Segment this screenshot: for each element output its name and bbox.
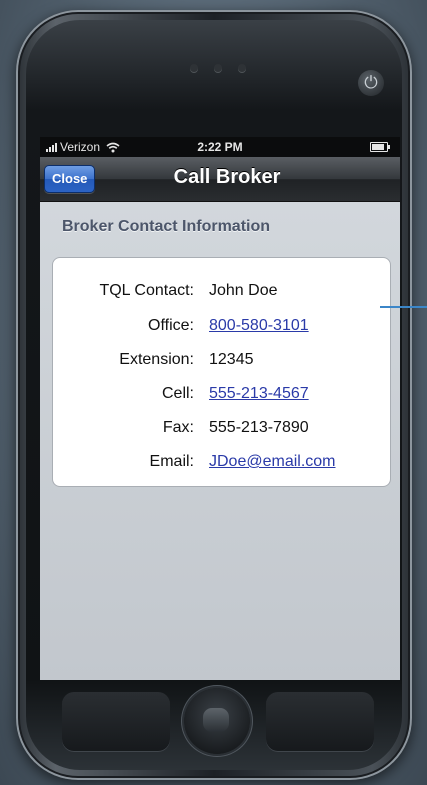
home-button-icon[interactable] xyxy=(184,688,250,754)
contact-label: TQL Contact: xyxy=(99,282,194,299)
section-title: Broker Contact Information xyxy=(62,218,271,235)
contact-name-value: John Doe xyxy=(209,282,278,299)
contact-label: Cell: xyxy=(161,385,194,402)
annotation-line xyxy=(380,306,427,308)
contact-label: Fax: xyxy=(162,419,194,436)
contact-card: TQL Contact: John Doe Office: 800-580-31… xyxy=(52,257,391,487)
fax-value: 555-213-7890 xyxy=(209,419,309,436)
status-time: 2:22 PM xyxy=(197,140,243,154)
navigation-bar: Close Call Broker xyxy=(40,157,400,202)
cell-phone-link[interactable]: 555-213-4567 xyxy=(209,385,309,403)
contact-row-extension: Extension: 12345 xyxy=(53,351,390,373)
contact-label: Office: xyxy=(148,317,194,334)
content-area: Broker Contact Information TQL Contact: … xyxy=(40,202,400,680)
extension-value: 12345 xyxy=(209,351,254,368)
contact-row-fax: Fax: 555-213-7890 xyxy=(53,419,390,441)
email-link[interactable]: JDoe@email.com xyxy=(209,453,336,471)
status-bar: Verizon 2:22 PM xyxy=(40,137,400,157)
contact-label: Extension: xyxy=(119,351,194,368)
hardware-buttons xyxy=(62,688,374,768)
contact-row-cell: Cell: 555-213-4567 xyxy=(53,385,390,407)
earpiece-speaker xyxy=(190,64,246,72)
contact-row-email: Email: JDoe@email.com xyxy=(53,453,390,475)
page-title: Call Broker xyxy=(173,166,281,188)
contact-label: Email: xyxy=(149,453,194,470)
power-icon[interactable]: ⏻ xyxy=(358,70,384,96)
hardware-key-right xyxy=(266,692,374,752)
office-phone-link[interactable]: 800-580-3101 xyxy=(209,317,309,335)
hardware-key-left xyxy=(62,692,170,752)
contact-row-tql-contact: TQL Contact: John Doe xyxy=(53,282,390,304)
contact-row-office: Office: 800-580-3101 xyxy=(53,317,390,339)
battery-icon xyxy=(370,142,390,152)
phone-screen: Verizon 2:22 PM Close Call Broker Broker… xyxy=(40,137,400,680)
